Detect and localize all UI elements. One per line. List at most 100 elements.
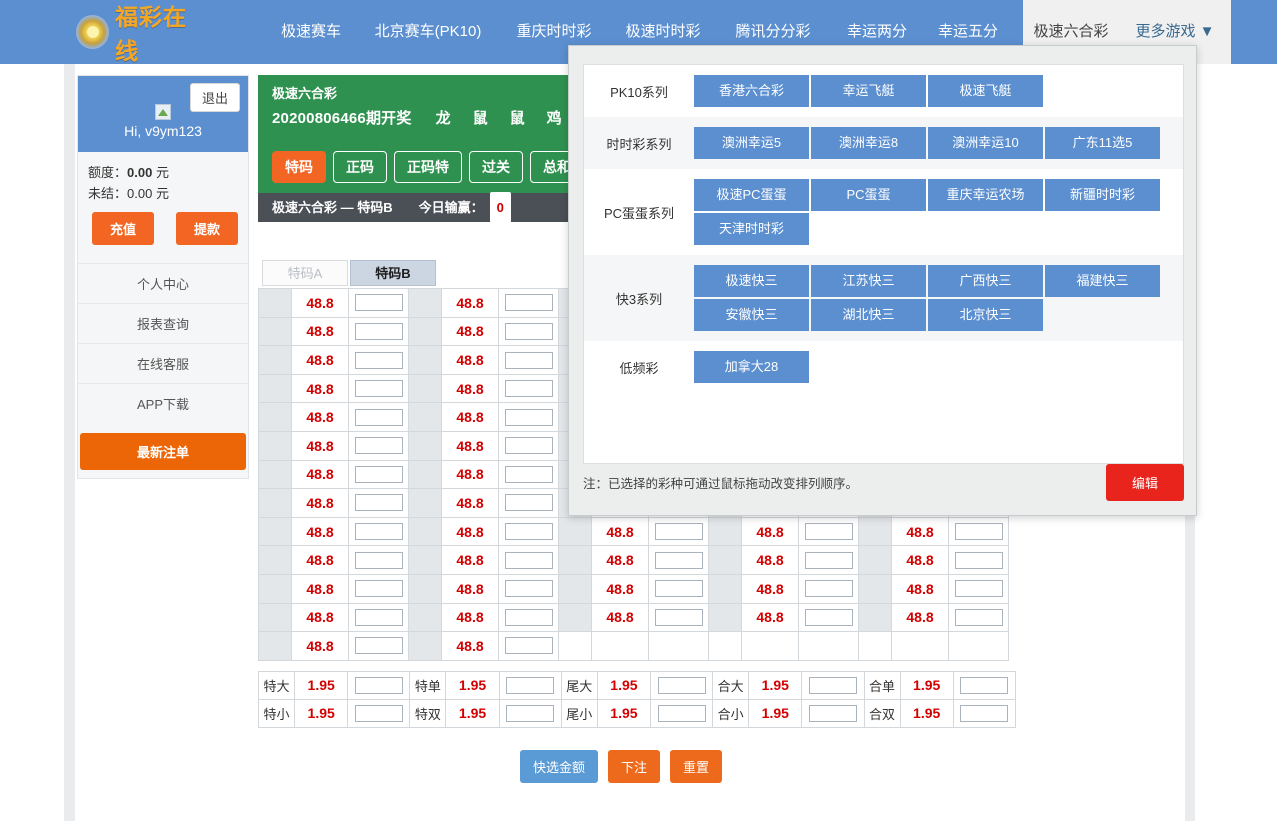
bet-tab-0[interactable]: 特码 [272, 151, 326, 183]
ball-cell[interactable] [709, 603, 742, 632]
ball-cell[interactable] [409, 460, 442, 489]
ball-cell[interactable] [259, 460, 292, 489]
ball-cell[interactable] [409, 289, 442, 318]
ball-cell[interactable] [259, 431, 292, 460]
amount-input[interactable] [805, 580, 853, 597]
amount-input[interactable] [355, 523, 403, 540]
amount-input[interactable] [505, 323, 553, 340]
amount-input[interactable] [955, 552, 1003, 569]
game-chip[interactable]: 澳洲幸运10 [928, 127, 1043, 159]
ball-cell[interactable] [559, 574, 592, 603]
ball-cell[interactable] [259, 374, 292, 403]
amount-input[interactable] [505, 552, 553, 569]
amount-input[interactable] [655, 609, 703, 626]
game-chip[interactable]: 澳洲幸运5 [694, 127, 809, 159]
special-amount-input[interactable] [809, 677, 857, 694]
ball-cell[interactable] [259, 517, 292, 546]
ball-cell[interactable] [259, 632, 292, 661]
ball-cell[interactable] [709, 517, 742, 546]
ball-cell[interactable] [559, 603, 592, 632]
amount-input[interactable] [955, 580, 1003, 597]
ball-cell[interactable] [859, 517, 892, 546]
amount-input[interactable] [355, 466, 403, 483]
ball-cell[interactable] [259, 403, 292, 432]
game-chip[interactable]: 极速飞艇 [928, 75, 1043, 107]
amount-input[interactable] [505, 352, 553, 369]
game-chip[interactable]: 安徽快三 [694, 299, 809, 331]
amount-input[interactable] [505, 380, 553, 397]
amount-input[interactable] [505, 637, 553, 654]
bet-tab-3[interactable]: 过关 [469, 151, 523, 183]
amount-input[interactable] [505, 437, 553, 454]
special-amount-input[interactable] [658, 677, 706, 694]
ball-cell[interactable] [859, 603, 892, 632]
amount-input[interactable] [655, 580, 703, 597]
game-chip[interactable]: 新疆时时彩 [1045, 179, 1160, 211]
ball-cell[interactable] [409, 431, 442, 460]
amount-input[interactable] [805, 609, 853, 626]
sidebar-link-1[interactable]: 报表查询 [78, 303, 248, 343]
action-button-1[interactable]: 下注 [608, 750, 660, 783]
amount-input[interactable] [505, 294, 553, 311]
ball-cell[interactable] [409, 346, 442, 375]
ball-cell[interactable] [409, 546, 442, 575]
logout-button[interactable]: 退出 [190, 83, 240, 112]
ball-cell[interactable] [409, 489, 442, 518]
site-logo[interactable]: 福彩在线 [76, 10, 208, 54]
amount-input[interactable] [505, 523, 553, 540]
ball-cell[interactable] [409, 517, 442, 546]
edit-button[interactable]: 编辑 [1106, 464, 1184, 501]
deposit-button[interactable]: 充值 [92, 212, 154, 245]
amount-input[interactable] [355, 352, 403, 369]
bet-tab-2[interactable]: 正码特 [394, 151, 462, 183]
ball-cell[interactable] [709, 546, 742, 575]
latest-orders-button[interactable]: 最新注单 [80, 433, 246, 470]
ab-tab-0[interactable]: 特码A [262, 260, 348, 286]
special-amount-input[interactable] [658, 705, 706, 722]
amount-input[interactable] [355, 580, 403, 597]
withdraw-button[interactable]: 提款 [176, 212, 238, 245]
amount-input[interactable] [355, 437, 403, 454]
ab-tab-1[interactable]: 特码B [350, 260, 436, 286]
special-label-cell[interactable]: 特双 [410, 699, 446, 727]
ball-cell[interactable] [709, 574, 742, 603]
game-chip[interactable]: 极速快三 [694, 265, 809, 297]
sidebar-link-0[interactable]: 个人中心 [78, 263, 248, 303]
amount-input[interactable] [505, 466, 553, 483]
bet-tab-1[interactable]: 正码 [333, 151, 387, 183]
amount-input[interactable] [955, 609, 1003, 626]
special-amount-input[interactable] [506, 677, 554, 694]
game-chip[interactable]: 加拿大28 [694, 351, 809, 383]
special-label-cell[interactable]: 特大 [259, 671, 295, 699]
amount-input[interactable] [505, 494, 553, 511]
nav-item-0[interactable]: 极速赛车 [274, 0, 348, 64]
special-label-cell[interactable]: 尾大 [561, 671, 597, 699]
game-chip[interactable]: 福建快三 [1045, 265, 1160, 297]
game-chip[interactable]: 广东11选5 [1045, 127, 1160, 159]
ball-cell[interactable] [259, 317, 292, 346]
amount-input[interactable] [655, 523, 703, 540]
ball-cell[interactable] [409, 403, 442, 432]
ball-cell[interactable] [409, 317, 442, 346]
game-chip[interactable]: 幸运飞艇 [811, 75, 926, 107]
ball-cell[interactable] [409, 374, 442, 403]
ball-cell[interactable] [259, 546, 292, 575]
amount-input[interactable] [355, 552, 403, 569]
ball-cell[interactable] [259, 574, 292, 603]
amount-input[interactable] [355, 494, 403, 511]
amount-input[interactable] [505, 609, 553, 626]
game-chip[interactable]: 天津时时彩 [694, 213, 809, 245]
ball-cell[interactable] [859, 574, 892, 603]
special-amount-input[interactable] [960, 705, 1008, 722]
special-label-cell[interactable]: 特单 [410, 671, 446, 699]
ball-cell[interactable] [259, 346, 292, 375]
game-chip[interactable]: PC蛋蛋 [811, 179, 926, 211]
special-amount-input[interactable] [355, 705, 403, 722]
game-chip[interactable]: 重庆幸运农场 [928, 179, 1043, 211]
game-chip[interactable]: 极速PC蛋蛋 [694, 179, 809, 211]
special-label-cell[interactable]: 合小 [713, 699, 749, 727]
amount-input[interactable] [805, 523, 853, 540]
ball-cell[interactable] [559, 546, 592, 575]
game-chip[interactable]: 江苏快三 [811, 265, 926, 297]
special-label-cell[interactable]: 合单 [864, 671, 900, 699]
